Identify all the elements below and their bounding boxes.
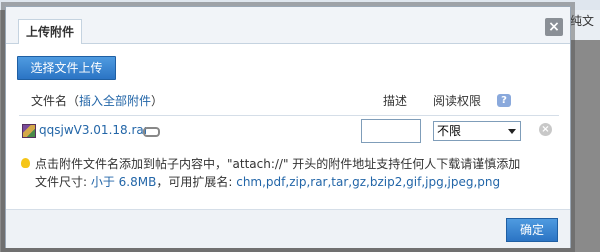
attachment-row: qqsjwV3.01.18.rar 不限 × [19,119,559,145]
insert-all-attachments-link[interactable]: 插入全部附件 [79,94,151,108]
background-text: 纯文 [566,10,600,40]
rar-file-icon [22,124,36,138]
attachment-filename-link[interactable]: qqsjwV3.01.18.rar [39,123,149,137]
delete-icon[interactable]: × [539,123,552,136]
filename-column-header: 文件名（插入全部附件） [31,94,164,108]
tip-attach-info: 点击附件文件名添加到帖子内容中，"attach://" 开头的附件地址支持任何人… [35,157,521,171]
permission-select[interactable]: 不限 [433,121,521,141]
permission-selected-value: 不限 [437,124,462,138]
description-column-header: 描述 [383,94,408,108]
attachment-table-header: 文件名（插入全部附件） 描述 阅读权限 ? [19,89,559,116]
permission-column-header: 阅读权限 [433,94,482,108]
tip-file-limits: 文件尺寸: 小于 6.8MB，可用扩展名: chm,pdf,zip,rar,ta… [35,175,501,189]
allowed-extensions: chm,pdf,zip,rar,tar,gz,bzip2,gif,jpg,jpe… [236,175,501,189]
link-icon[interactable] [143,127,160,137]
lightbulb-icon [21,158,30,168]
help-icon[interactable]: ? [497,94,511,107]
confirm-button[interactable]: 确定 [506,218,558,242]
close-icon[interactable]: × [545,18,563,36]
description-input[interactable] [361,119,421,143]
dialog-footer: 确定 [6,209,570,248]
choose-file-upload-button[interactable]: 选择文件上传 [17,56,116,80]
tab-upload-attachment[interactable]: 上传附件 [18,19,82,44]
chevron-down-icon [508,129,516,134]
size-limit: 小于 6.8MB [90,175,157,189]
dialog-header: 上传附件 × [6,7,570,44]
upload-attachment-dialog: 上传附件 × 选择文件上传 文件名（插入全部附件） 描述 阅读权限 ? qqsj… [5,6,571,248]
